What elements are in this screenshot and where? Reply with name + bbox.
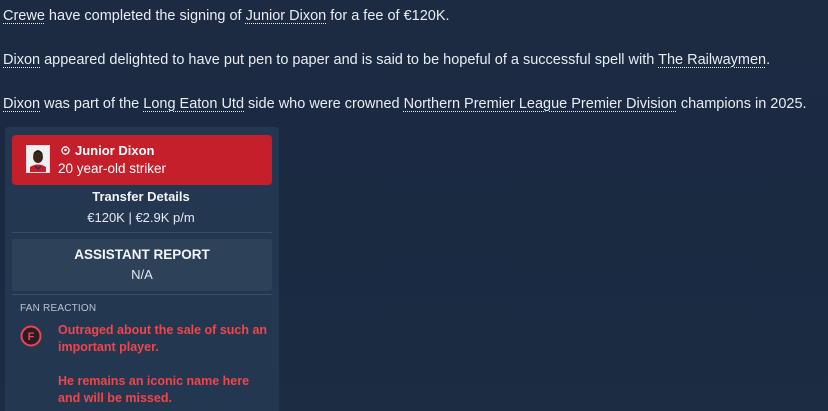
player-name-row: Junior Dixon bbox=[61, 143, 154, 158]
fan-icon-letter: F bbox=[28, 331, 35, 343]
news-text: for a fee of €120K. bbox=[326, 8, 450, 24]
transfer-fee-value: €120K | €2.9K p/m bbox=[87, 210, 195, 225]
assistant-report-value: N/A bbox=[131, 267, 153, 282]
player-link-dixon[interactable]: Dixon bbox=[3, 96, 40, 112]
divider bbox=[12, 294, 272, 295]
club-link-long-eaton[interactable]: Long Eaton Utd bbox=[143, 96, 244, 112]
news-article: Crewe have completed the signing of Juni… bbox=[3, 6, 822, 114]
fan-reaction-line: He remains an iconic name here and will … bbox=[58, 374, 250, 405]
player-name: Junior Dixon bbox=[75, 143, 155, 158]
club-link-railwaymen[interactable]: The Railwaymen bbox=[658, 52, 766, 68]
transfer-details-title: Transfer Details bbox=[92, 189, 190, 204]
fan-icon: F bbox=[20, 325, 42, 347]
fan-reaction-line: Outraged about the sale of such an impor… bbox=[58, 323, 268, 354]
news-paragraph-1: Crewe have completed the signing of Juni… bbox=[3, 6, 822, 26]
competition-link[interactable]: Northern Premier League Premier Division bbox=[404, 96, 677, 112]
news-text: . bbox=[766, 52, 771, 68]
news-text: have completed the signing of bbox=[44, 8, 246, 24]
assistant-report-box: ASSISTANT REPORT N/A bbox=[12, 239, 272, 291]
person-icon bbox=[61, 146, 70, 155]
news-screen: Crewe have completed the signing of Juni… bbox=[0, 0, 828, 411]
news-paragraph-2: Dixon appeared delighted to have put pen… bbox=[3, 50, 822, 70]
assistant-report-title: ASSISTANT REPORT bbox=[74, 247, 210, 262]
news-paragraph-3: Dixon was part of the Long Eaton Utd sid… bbox=[3, 94, 822, 114]
player-link-junior-dixon[interactable]: Junior Dixon bbox=[246, 8, 327, 24]
transfer-panel: Junior Dixon 20 year-old striker Transfe… bbox=[5, 127, 279, 411]
news-text: champions in 2025. bbox=[676, 96, 807, 112]
divider bbox=[12, 232, 272, 233]
news-text: was part of the bbox=[40, 96, 144, 112]
news-text: appeared delighted to have put pen to pa… bbox=[40, 52, 659, 68]
player-description: 20 year-old striker bbox=[58, 161, 167, 176]
player-link-dixon[interactable]: Dixon bbox=[3, 52, 40, 68]
avatar-icon bbox=[26, 145, 50, 173]
player-card[interactable]: Junior Dixon 20 year-old striker bbox=[12, 135, 272, 185]
club-link-crewe[interactable]: Crewe bbox=[3, 8, 45, 24]
fan-reaction-title: FAN REACTION bbox=[20, 303, 97, 314]
fan-reaction-text: Outraged about the sale of such an impor… bbox=[58, 322, 273, 407]
news-text: side who were crowned bbox=[244, 96, 404, 112]
